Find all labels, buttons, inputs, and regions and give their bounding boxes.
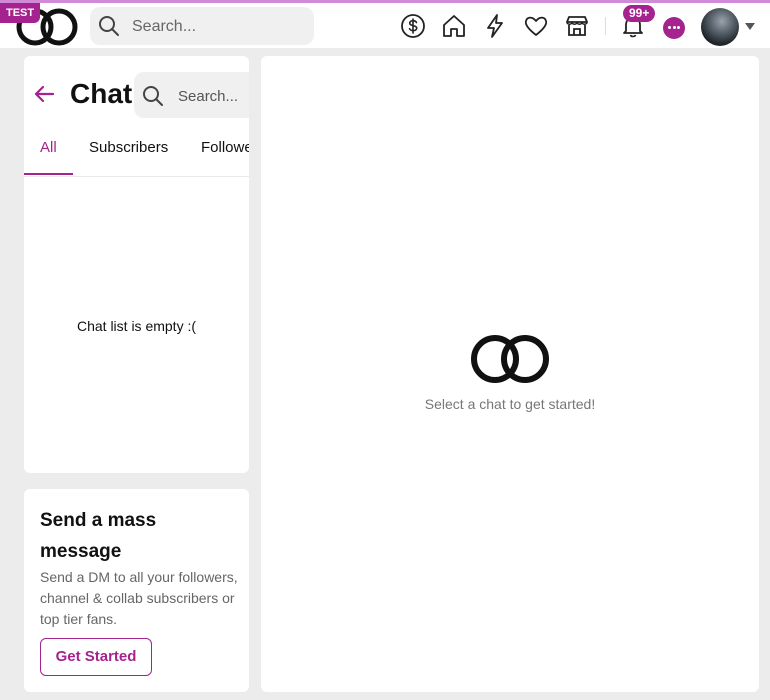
- chat-icon[interactable]: [663, 17, 685, 39]
- search-input[interactable]: Search...: [132, 18, 196, 36]
- nav-divider: [605, 17, 606, 35]
- tab-all[interactable]: All: [40, 139, 57, 156]
- conversation-panel: Select a chat to get started!: [261, 56, 759, 692]
- select-chat-prompt: Select a chat to get started!: [424, 396, 596, 412]
- chat-search-bar[interactable]: Search...: [134, 72, 249, 118]
- chat-search-input[interactable]: Search...: [178, 88, 238, 105]
- chat-tabs: All Subscribers Followers: [24, 128, 249, 177]
- chevron-down-icon[interactable]: [745, 23, 755, 30]
- get-started-button[interactable]: Get Started: [40, 638, 152, 676]
- empty-chat-message: Chat list is empty :(: [76, 318, 197, 334]
- store-icon[interactable]: [564, 13, 590, 39]
- lightning-icon[interactable]: [482, 13, 508, 39]
- active-tab-indicator: [24, 173, 73, 175]
- mass-message-description: Send a DM to all your followers, channel…: [40, 569, 238, 627]
- mass-message-card: Send a mass message Send a DM to all you…: [24, 489, 249, 692]
- tab-followers[interactable]: Followers: [201, 139, 249, 156]
- mass-message-title: Send a mass message: [40, 510, 157, 562]
- page-title: Chat: [70, 78, 133, 109]
- home-icon[interactable]: [441, 13, 467, 39]
- heart-icon[interactable]: [523, 13, 549, 39]
- notification-badge: 99+: [623, 5, 656, 22]
- search-icon: [143, 86, 163, 106]
- env-badge: TEST: [0, 3, 41, 23]
- search-icon: [99, 16, 119, 36]
- logo-icon: [471, 335, 549, 383]
- top-navigation-bar: TEST Search... 99+: [0, 0, 770, 48]
- search-bar[interactable]: Search...: [90, 7, 314, 45]
- back-arrow-icon[interactable]: [33, 84, 55, 104]
- chat-list-panel: Chat Search... All Subscribers Followers…: [24, 56, 249, 473]
- tab-subscribers[interactable]: Subscribers: [89, 139, 168, 156]
- dollar-icon[interactable]: [400, 13, 426, 39]
- avatar[interactable]: [701, 8, 739, 46]
